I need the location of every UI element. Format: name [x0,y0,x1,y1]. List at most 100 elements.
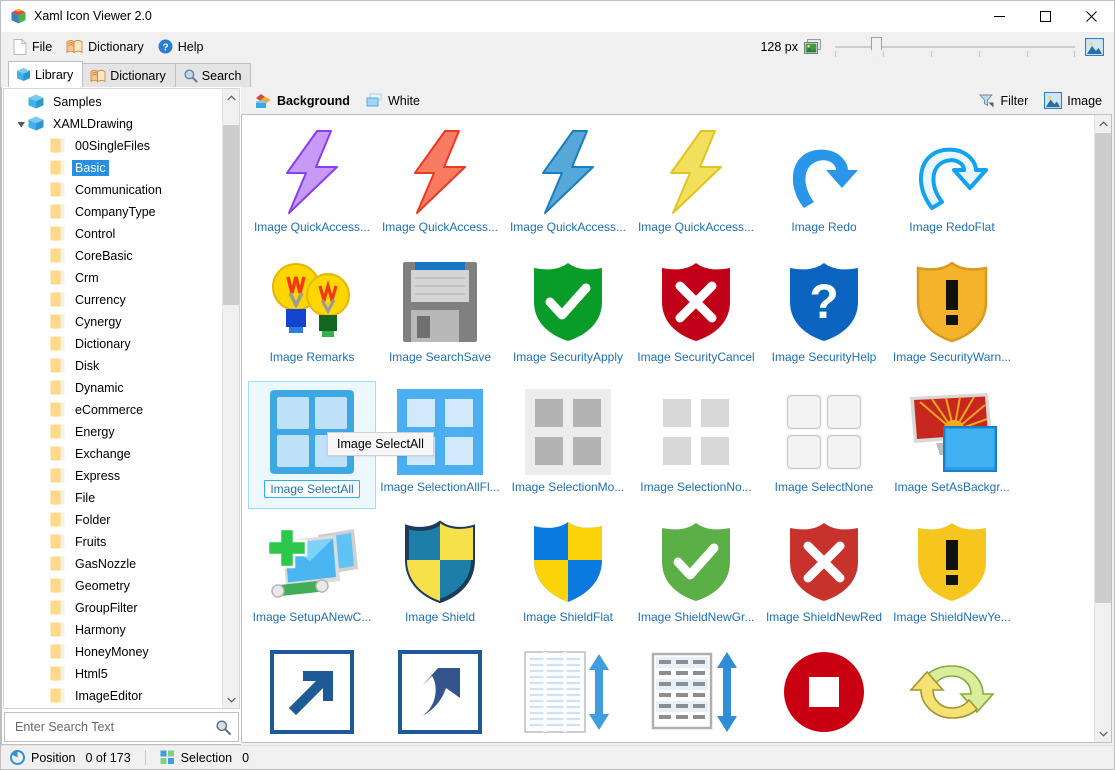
icon-cell[interactable]: Image SecurityWarn... [888,251,1016,379]
picture-small-icon[interactable] [804,39,821,55]
icon-cell[interactable]: Image StopCircleRed [760,641,888,742]
tree-item-companytype[interactable]: CompanyType [4,201,222,223]
grid-scrollbar-thumb[interactable] [1095,133,1112,603]
tree-item-communication[interactable]: Communication [4,179,222,201]
search-input[interactable] [13,719,215,735]
tree-item-harmony[interactable]: Harmony [4,619,222,641]
tab-library[interactable]: Library [8,61,83,87]
tree-item-imageeditor[interactable]: ImageEditor [4,685,222,707]
icon-cell[interactable]: Image SortW10 [632,641,760,742]
tab-search-label: Search [202,69,242,83]
icon-cell[interactable]: Image QuickAccess... [376,121,504,249]
tree-item-control[interactable]: Control [4,223,222,245]
tree-item-groupfilter[interactable]: GroupFilter [4,597,222,619]
application-window: Xaml Icon Viewer 2.0 File [0,0,1115,770]
icon-cell[interactable]: Image SearchSave [376,251,504,379]
icon-cell[interactable]: Image SecurityCancel [632,251,760,379]
icon-cell[interactable]: Image SetupANewC... [248,511,376,639]
magnifier-icon[interactable] [215,719,232,736]
icon-caption: Image SecurityApply [513,350,623,364]
tree-item-html5[interactable]: Html5 [4,663,222,685]
icon-cell[interactable]: Image ShortCutNew [376,641,504,742]
status-selection: Selection 0 [156,750,253,765]
icon-cell[interactable]: Image ShortCut [248,641,376,742]
tree-item-disk[interactable]: Disk [4,355,222,377]
filter-button[interactable]: Filter [973,90,1034,111]
icon-cell[interactable]: Image SetAsBackgr... [888,381,1016,509]
minimize-button[interactable] [976,1,1022,32]
icon-cell[interactable]: Image SelectAllImage SelectAll [248,381,376,509]
icon-cell[interactable]: Image Sync [888,641,1016,742]
tree-item-energy[interactable]: Energy [4,421,222,443]
tree-item-corebasic[interactable]: CoreBasic [4,245,222,267]
tree-item-honeymoney[interactable]: HoneyMoney [4,641,222,663]
tab-dictionary-label: Dictionary [110,69,166,83]
folder-icon [50,204,68,220]
tree-item-dynamic[interactable]: Dynamic [4,377,222,399]
tree-vertical-scrollbar[interactable] [222,89,239,708]
tree-item-geometry[interactable]: Geometry [4,575,222,597]
search-box[interactable] [4,712,239,742]
tab-dictionary[interactable]: Dictionary [82,63,176,87]
white-background-button[interactable]: White [360,90,426,111]
tree-item-folder[interactable]: Folder [4,509,222,531]
menu-dictionary[interactable]: Dictionary [59,35,151,58]
tree-item-fruits[interactable]: Fruits [4,531,222,553]
maximize-button[interactable] [1022,1,1068,32]
tree-scroll-up-button[interactable] [223,89,240,106]
tree-item-00singlefiles[interactable]: 00SingleFiles [4,135,222,157]
close-button[interactable] [1068,1,1114,32]
icon-cell[interactable]: Image QuickAccess... [632,121,760,249]
icon-grid-panel: Image QuickAccess...Image QuickAccess...… [241,114,1112,743]
tree-item-ecommerce[interactable]: eCommerce [4,399,222,421]
tree-item-file[interactable]: File [4,487,222,509]
tree-item-cynergy[interactable]: Cynergy [4,311,222,333]
sync-arrows-icon [902,646,1002,738]
tree-item-label: CompanyType [72,204,159,220]
tree-item-xamldrawing[interactable]: XAMLDrawing [4,113,222,135]
background-button[interactable]: Background [249,90,356,111]
tree-item-basic[interactable]: Basic [4,157,222,179]
tree-item-label: Geometry [72,578,133,594]
grid-scroll-up-button[interactable] [1095,115,1112,132]
icon-cell[interactable]: Image ShieldFlat [504,511,632,639]
tree-item-samples[interactable]: Samples [4,91,222,113]
tree-item-crm[interactable]: Crm [4,267,222,289]
icon-cell[interactable]: Image SortBy [504,641,632,742]
icon-cell[interactable]: Image QuickAccess... [504,121,632,249]
tree-item-exchange[interactable]: Exchange [4,443,222,465]
icon-cell[interactable]: Image SelectionNo... [632,381,760,509]
icon-cell[interactable]: Image SecurityApply [504,251,632,379]
menu-file[interactable]: File [6,35,59,58]
picture-large-icon[interactable] [1085,38,1104,56]
icon-cell[interactable]: Image QuickAccess... [248,121,376,249]
tree-scrollbar-thumb[interactable] [223,125,240,305]
menu-help[interactable]: ? Help [151,35,211,58]
icon-cell[interactable]: Image Shield [376,511,504,639]
tree-scroll-down-button[interactable] [223,691,240,708]
icon-cell[interactable]: Image Remarks [248,251,376,379]
grid-scroll-down-button[interactable] [1095,725,1112,742]
zoom-slider[interactable] [835,37,1075,57]
image-button[interactable]: Image [1038,90,1108,111]
tree-item-logobank[interactable]: LogoBank [4,707,222,708]
icon-cell[interactable]: Image Redo [760,121,888,249]
icon-cell[interactable]: Image RedoFlat [888,121,1016,249]
tree-item-express[interactable]: Express [4,465,222,487]
icon-cell[interactable]: Image SelectNone [760,381,888,509]
grid-vertical-scrollbar[interactable] [1094,115,1111,742]
tab-search[interactable]: Search [175,63,252,87]
shield-red-cross-icon [646,256,746,348]
icon-grid: Image QuickAccess...Image QuickAccess...… [242,115,1094,742]
icon-cell[interactable]: Image SelectionMo... [504,381,632,509]
icon-caption: Image ShieldNewYe... [893,610,1011,624]
tree-item-dictionary[interactable]: Dictionary [4,333,222,355]
chevron-down-icon[interactable] [14,117,28,131]
tree-indent-spacer [36,315,50,329]
icon-cell[interactable]: Image ShieldNewRed [760,511,888,639]
icon-cell[interactable]: ?Image SecurityHelp [760,251,888,379]
icon-cell[interactable]: Image ShieldNewGr... [632,511,760,639]
tree-item-currency[interactable]: Currency [4,289,222,311]
icon-cell[interactable]: Image ShieldNewYe... [888,511,1016,639]
tree-item-gasnozzle[interactable]: GasNozzle [4,553,222,575]
